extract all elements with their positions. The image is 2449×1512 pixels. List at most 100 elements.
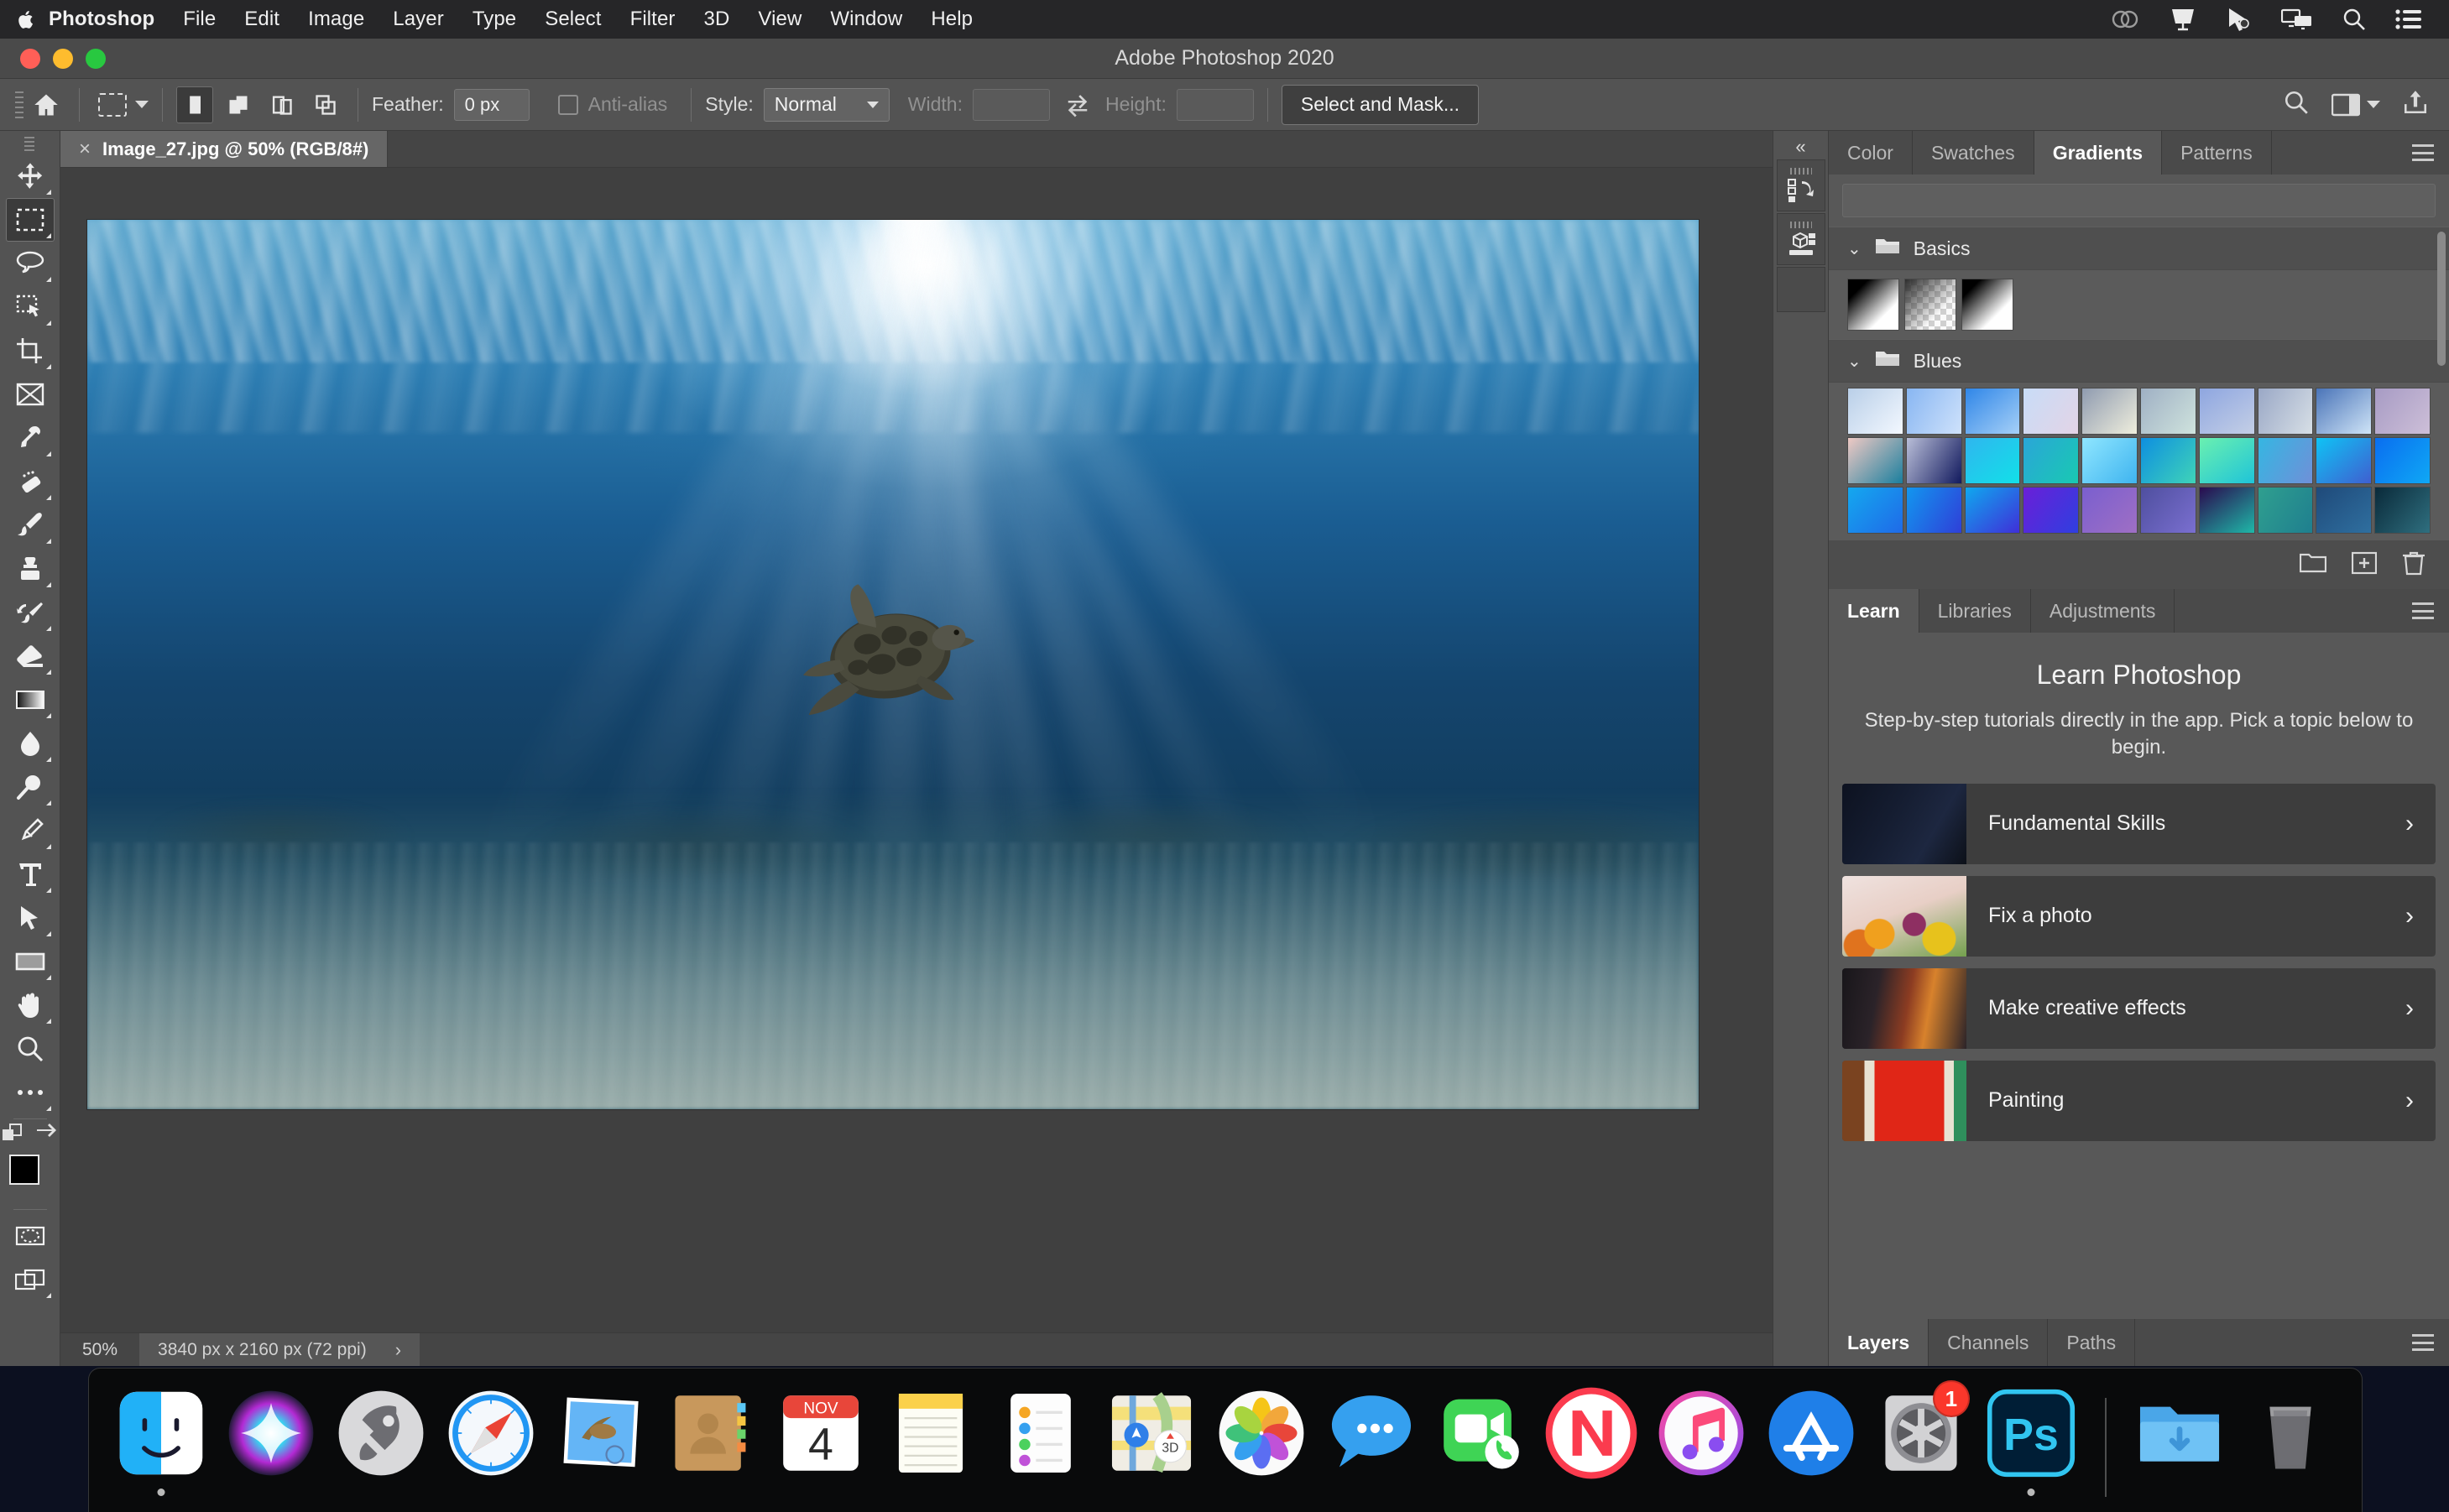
dock-item-messages[interactable] (1321, 1382, 1421, 1484)
gradient-swatch[interactable] (2140, 487, 2196, 534)
gradient-swatch[interactable] (2257, 437, 2314, 484)
foreground-color-swatch[interactable] (8, 1155, 39, 1185)
dock-item-app-store[interactable] (1762, 1382, 1862, 1484)
panel-menu-icon[interactable] (2412, 602, 2434, 619)
screen-mode-icon[interactable] (6, 1258, 55, 1301)
blur-tool[interactable] (6, 722, 55, 765)
dock-item-news[interactable] (1541, 1382, 1641, 1484)
gradient-swatch[interactable] (2023, 388, 2080, 435)
add-to-selection-button[interactable] (220, 86, 257, 123)
options-bar-grip[interactable] (15, 88, 27, 122)
dock-item-calendar[interactable]: NOV 4 (771, 1382, 871, 1484)
menu-file[interactable]: File (169, 8, 230, 31)
chevron-down-icon[interactable]: ⌄ (1847, 238, 1862, 259)
menu-image[interactable]: Image (294, 8, 379, 31)
eyedropper-tool[interactable] (6, 416, 55, 460)
search-icon[interactable] (2283, 89, 2310, 120)
gradient-swatch[interactable] (2081, 437, 2138, 484)
dodge-tool[interactable] (6, 765, 55, 809)
zoom-tool[interactable] (6, 1027, 55, 1071)
menu-view[interactable]: View (744, 8, 816, 31)
gradient-swatch[interactable] (1961, 279, 2013, 331)
screen-mirroring-icon[interactable] (2281, 8, 2313, 30)
gradient-swatch[interactable] (2316, 388, 2373, 435)
panel-menu-icon[interactable] (2412, 1334, 2434, 1351)
learn-card-make-creative-effects[interactable]: Make creative effects › (1842, 967, 2436, 1049)
swap-colors-icon[interactable] (35, 1124, 59, 1146)
delete-icon[interactable] (2402, 550, 2426, 580)
image-canvas[interactable] (87, 220, 1699, 1109)
gradient-swatch[interactable] (1905, 388, 1962, 435)
gradient-swatch[interactable] (1905, 437, 1962, 484)
tab-adjustments[interactable]: Adjustments (2030, 589, 2175, 633)
learn-card-fix-a-photo[interactable]: Fix a photo › (1842, 875, 2436, 957)
gradient-swatch[interactable] (2198, 487, 2255, 534)
dock-item-system-preferences[interactable]: 1 (1872, 1380, 1971, 1484)
gradient-swatch[interactable] (1847, 437, 1903, 484)
learn-card-painting[interactable]: Painting › (1842, 1060, 2436, 1141)
quick-selection-tool[interactable] (6, 285, 55, 329)
move-tool[interactable] (6, 154, 55, 198)
dock-item-photos[interactable] (1211, 1382, 1311, 1484)
gradient-swatch[interactable] (1964, 437, 2021, 484)
apple-logo-icon[interactable] (12, 9, 40, 30)
dock-item-reminders[interactable] (991, 1382, 1091, 1484)
eraser-tool[interactable] (6, 634, 55, 678)
pen-tool[interactable] (6, 809, 55, 852)
3d-panel-icon[interactable] (1776, 213, 1825, 265)
gradient-swatch[interactable] (2316, 487, 2373, 534)
frame-tool[interactable] (6, 373, 55, 416)
menu-3d[interactable]: 3D (690, 8, 744, 31)
gradient-swatch[interactable] (2316, 437, 2373, 484)
gradient-swatch[interactable] (1904, 279, 1956, 331)
gradient-group-basics[interactable]: ⌄ Basics (1829, 227, 2449, 270)
document-tab[interactable]: × Image_27.jpg @ 50% (RGB/8#) (60, 131, 389, 167)
tab-swatches[interactable]: Swatches (1912, 131, 2034, 175)
menu-photoshop[interactable]: Photoshop (40, 8, 169, 31)
gradient-swatch[interactable] (2140, 388, 2196, 435)
gradient-swatch[interactable] (1847, 487, 1903, 534)
gradient-swatch[interactable] (2198, 388, 2255, 435)
swap-width-height-icon[interactable] (1065, 92, 1090, 117)
type-tool[interactable] (6, 852, 55, 896)
gradient-swatch[interactable] (1964, 487, 2021, 534)
dock-item-siri[interactable] (221, 1382, 321, 1484)
tab-color[interactable]: Color (1829, 131, 1913, 175)
gradient-swatch[interactable] (2374, 437, 2431, 484)
gradient-swatch[interactable] (2374, 388, 2431, 435)
path-selection-tool[interactable] (6, 896, 55, 940)
gradient-swatch[interactable] (2023, 487, 2080, 534)
control-center-icon[interactable] (2395, 8, 2422, 30)
gradient-swatch[interactable] (2257, 487, 2314, 534)
spotlight-search-icon[interactable] (2342, 7, 2367, 32)
lasso-tool[interactable] (6, 242, 55, 285)
menu-window[interactable]: Window (816, 8, 916, 31)
edit-toolbar-button[interactable] (6, 1071, 55, 1114)
gradient-swatch[interactable] (2023, 437, 2080, 484)
canvas-viewport[interactable] (60, 168, 1773, 1332)
tab-libraries[interactable]: Libraries (1919, 589, 2031, 633)
creative-cloud-icon[interactable] (2110, 8, 2140, 30)
intersect-with-selection-button[interactable] (307, 86, 344, 123)
gradient-swatch[interactable] (2140, 437, 2196, 484)
menu-filter[interactable]: Filter (616, 8, 690, 31)
gradient-swatch[interactable] (2374, 487, 2431, 534)
menu-type[interactable]: Type (458, 8, 530, 31)
workspace-switcher[interactable] (2332, 93, 2380, 117)
tab-paths[interactable]: Paths (2048, 1319, 2136, 1366)
dock-item-mail[interactable] (551, 1382, 650, 1484)
rectangular-marquee-tool[interactable] (5, 198, 55, 242)
gradient-swatch[interactable] (2081, 388, 2138, 435)
rectangle-tool[interactable] (6, 940, 55, 983)
dock-item-itunes[interactable] (1652, 1382, 1752, 1484)
width-input[interactable] (972, 88, 1050, 121)
tab-learn[interactable]: Learn (1829, 589, 1919, 633)
dock-item-notes[interactable] (881, 1382, 981, 1484)
close-icon[interactable]: × (79, 138, 91, 161)
gradient-tool[interactable] (6, 678, 55, 722)
gradient-swatch[interactable] (1964, 388, 2021, 435)
subtract-from-selection-button[interactable] (264, 86, 300, 123)
new-selection-button[interactable] (176, 86, 213, 123)
panel-menu-icon[interactable] (2412, 144, 2434, 161)
spot-healing-brush-tool[interactable] (6, 460, 55, 503)
